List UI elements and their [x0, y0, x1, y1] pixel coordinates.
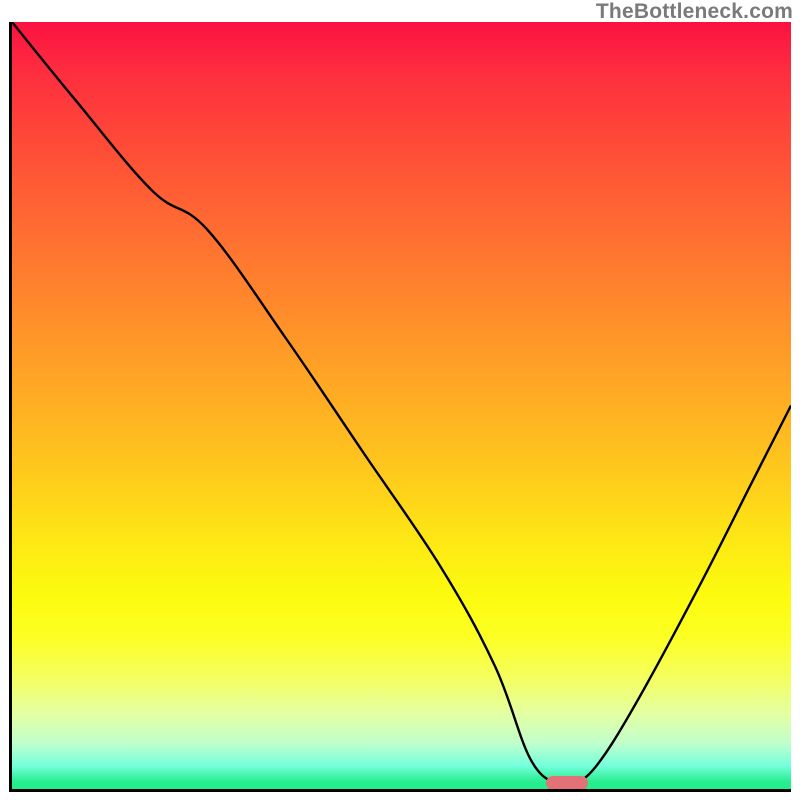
optimal-marker	[546, 776, 589, 790]
curve-layer	[12, 22, 791, 789]
bottleneck-chart: TheBottleneck.com	[0, 0, 800, 800]
plot-area	[9, 22, 791, 792]
bottleneck-curve-path	[12, 22, 791, 787]
watermark-text: TheBottleneck.com	[596, 0, 793, 24]
